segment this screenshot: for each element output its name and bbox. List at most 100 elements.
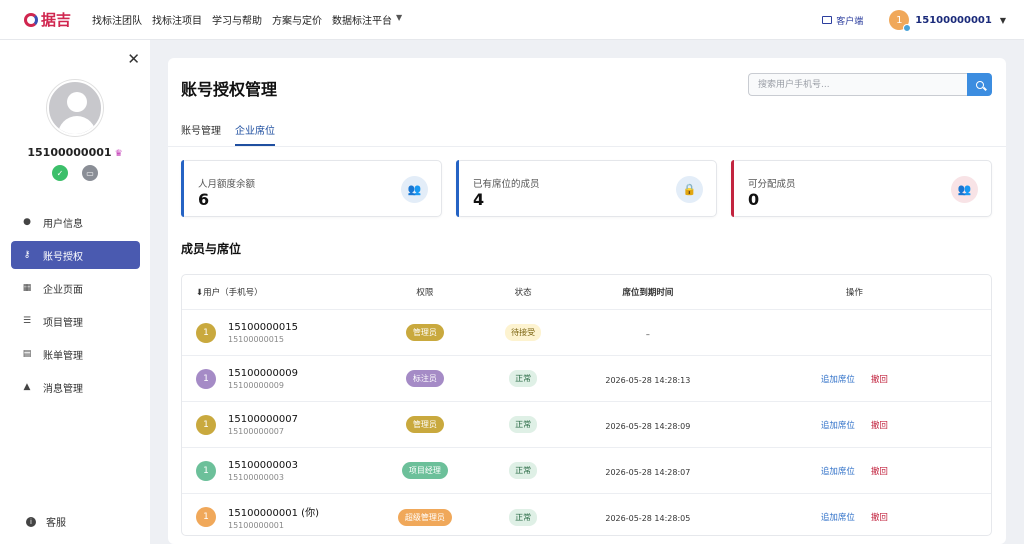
nav-find-project[interactable]: 找标注项目 xyxy=(152,12,202,27)
role-badge: 管理员 xyxy=(405,416,444,433)
sidebar-item-account-auth[interactable]: ⚷ 账号授权 xyxy=(11,241,140,269)
role-badge: 标注员 xyxy=(405,370,444,387)
role-badge: 超级管理员 xyxy=(397,508,452,526)
section-title: 成员与席位 xyxy=(181,242,242,256)
search-bar xyxy=(748,73,992,96)
logo[interactable]: 据吉 xyxy=(24,9,84,30)
ops-cell: 追加席位 撤回 xyxy=(718,419,991,431)
user-phone: 15100000007 xyxy=(228,426,284,436)
user-name: 15100000015 xyxy=(228,321,298,333)
revoke-button[interactable]: 撤回 xyxy=(871,373,888,385)
page-title: 账号授权管理 xyxy=(181,80,278,99)
verified-icon: ✓ xyxy=(52,165,68,181)
status-badge: 正常 xyxy=(509,462,538,479)
tab-enterprise-seats[interactable]: 企业席位 xyxy=(235,122,275,146)
user-cell: 1 15100000009 15100000009 xyxy=(182,368,382,390)
table-row: 1 15100000001 (你) 15100000001 超级管理员 正常 2026-0… xyxy=(182,494,991,535)
logo-icon xyxy=(24,12,38,27)
user-cell: 1 15100000007 15100000007 xyxy=(182,414,382,436)
tab-account-management[interactable]: 账号管理 xyxy=(181,122,221,146)
add-seat-button[interactable]: 追加席位 xyxy=(821,465,855,477)
header-role: 权限 xyxy=(416,288,434,298)
profile-avatar xyxy=(47,80,103,136)
revoke-button[interactable]: 撤回 xyxy=(871,419,888,431)
sidebar-item-company-page[interactable]: ▦ 企业页面 xyxy=(11,274,140,302)
stat-card-quota: 人月额度余额 6 👥 xyxy=(181,160,442,217)
user-name: 15100000003 xyxy=(228,459,298,471)
avatar: 1 xyxy=(196,507,216,527)
sidebar-item-messages[interactable]: ▲ 消息管理 xyxy=(11,373,140,401)
table-row: 1 15100000007 15100000007 管理员 正常 2026-05-28 1… xyxy=(182,402,991,448)
status-badge: 待接受 xyxy=(505,324,542,341)
store-icon: ▦ xyxy=(22,283,32,293)
header-status: 状态 xyxy=(514,288,532,298)
user-icon: ● xyxy=(23,217,31,227)
bill-icon: ▤ xyxy=(22,349,32,359)
table-header: ⬇用户（手机号） 权限 状态 席位到期时间 操作 xyxy=(182,275,991,310)
user-name: 15100000001 (你) xyxy=(228,508,319,519)
nav-platform[interactable]: 数据标注平台 xyxy=(332,12,392,27)
user-cell: 1 15100000015 15100000015 xyxy=(182,322,382,344)
user-phone: 15100000009 xyxy=(228,380,284,390)
members-table: ⬇用户（手机号） 权限 状态 席位到期时间 操作 1 15100000015 151… xyxy=(181,274,992,536)
lock-icon: 🔒 xyxy=(676,176,703,203)
chevron-down-icon[interactable]: ▼ xyxy=(396,13,402,27)
monitor-icon xyxy=(822,16,833,24)
user-avatar[interactable]: 1 xyxy=(889,10,912,32)
avatar: 1 xyxy=(196,414,216,435)
user-menu-name[interactable]: 15100000001 xyxy=(915,15,992,26)
sidebar-item-billing[interactable]: ▤ 账单管理 xyxy=(11,340,140,368)
nav-learn-help[interactable]: 学习与帮助 xyxy=(212,12,262,27)
add-seat-button[interactable]: 追加席位 xyxy=(821,511,855,523)
avatar: 1 xyxy=(196,368,216,389)
table-row: 1 15100000009 15100000009 标注员 正常 2026-05-28 1… xyxy=(182,356,991,402)
header-ops: 操作 xyxy=(845,288,863,298)
ops-cell: 追加席位 撤回 xyxy=(718,511,991,523)
nav-find-team[interactable]: 找标注团队 xyxy=(92,12,142,27)
revoke-button[interactable]: 撤回 xyxy=(871,465,888,477)
expire-time: – xyxy=(645,329,650,339)
user-cell: 1 15100000003 15100000003 xyxy=(182,460,382,482)
stat-card-seated-members: 已有席位的成员 4 🔒 xyxy=(456,160,717,217)
card-icon: ▭ xyxy=(82,165,98,181)
search-button[interactable] xyxy=(967,73,992,96)
status-badge: 正常 xyxy=(509,370,538,387)
avatar: 1 xyxy=(196,460,216,481)
expire-time: 2026-05-28 14:28:05 xyxy=(605,514,691,523)
revoke-button[interactable]: 撤回 xyxy=(871,511,888,523)
crown-icon: ♛ xyxy=(114,149,123,159)
support-link[interactable]: i 客服 xyxy=(26,514,66,529)
search-icon xyxy=(975,80,984,89)
main-nav: 找标注团队 找标注项目 学习与帮助 方案与定价 数据标注平台 ▼ xyxy=(92,12,402,27)
avatar: 1 xyxy=(196,322,216,343)
add-seat-button[interactable]: 追加席位 xyxy=(821,373,855,385)
sidebar-menu: ● 用户信息 ⚷ 账号授权 ▦ 企业页面 ☰ 项目管理 ▤ 账单管理 ▲ 消息管… xyxy=(11,208,140,406)
table-row: 1 15100000015 15100000015 管理员 待接受 – xyxy=(182,310,991,356)
header-user[interactable]: ⬇用户（手机号） xyxy=(182,286,382,298)
status-badge: 正常 xyxy=(509,416,538,433)
main-panel: 账号授权管理 账号管理 企业席位 人月额度余额 6 👥 已有席位的成员 4 🔒 … xyxy=(168,58,1006,544)
nav-pricing[interactable]: 方案与定价 xyxy=(272,12,322,27)
header-expire: 席位到期时间 xyxy=(622,288,674,298)
expire-time: 2026-05-28 14:28:13 xyxy=(605,375,691,385)
stats-row: 人月额度余额 6 👥 已有席位的成员 4 🔒 可分配成员 0 👥 xyxy=(181,160,992,217)
close-icon[interactable]: ✕ xyxy=(127,50,140,68)
status-badge: 正常 xyxy=(509,508,538,526)
user-phone: 15100000015 xyxy=(228,334,284,344)
role-badge: 项目经理 xyxy=(401,462,448,479)
search-input[interactable] xyxy=(748,73,967,96)
add-seat-button[interactable]: 追加席位 xyxy=(821,419,855,431)
client-link[interactable]: 客户端 xyxy=(822,14,863,27)
role-badge: 管理员 xyxy=(405,324,444,341)
expire-time: 2026-05-28 14:28:07 xyxy=(605,467,691,477)
table-row: 1 15100000003 15100000003 项目经理 正常 2026-05-28 … xyxy=(182,448,991,494)
sidebar-item-projects[interactable]: ☰ 项目管理 xyxy=(11,307,140,335)
user-cell: 1 15100000001 (你) 15100000001 xyxy=(182,504,382,530)
chevron-down-icon[interactable]: ▼ xyxy=(1000,16,1006,25)
user-phone: 15100000003 xyxy=(228,472,284,482)
bell-icon: ▲ xyxy=(23,382,31,392)
users-icon: 👥 xyxy=(401,176,428,203)
sidebar-item-user-info[interactable]: ● 用户信息 xyxy=(11,208,140,236)
top-navbar: 据吉 找标注团队 找标注项目 学习与帮助 方案与定价 数据标注平台 ▼ 客户端 … xyxy=(0,0,1024,40)
user-name: 15100000009 xyxy=(228,367,298,379)
